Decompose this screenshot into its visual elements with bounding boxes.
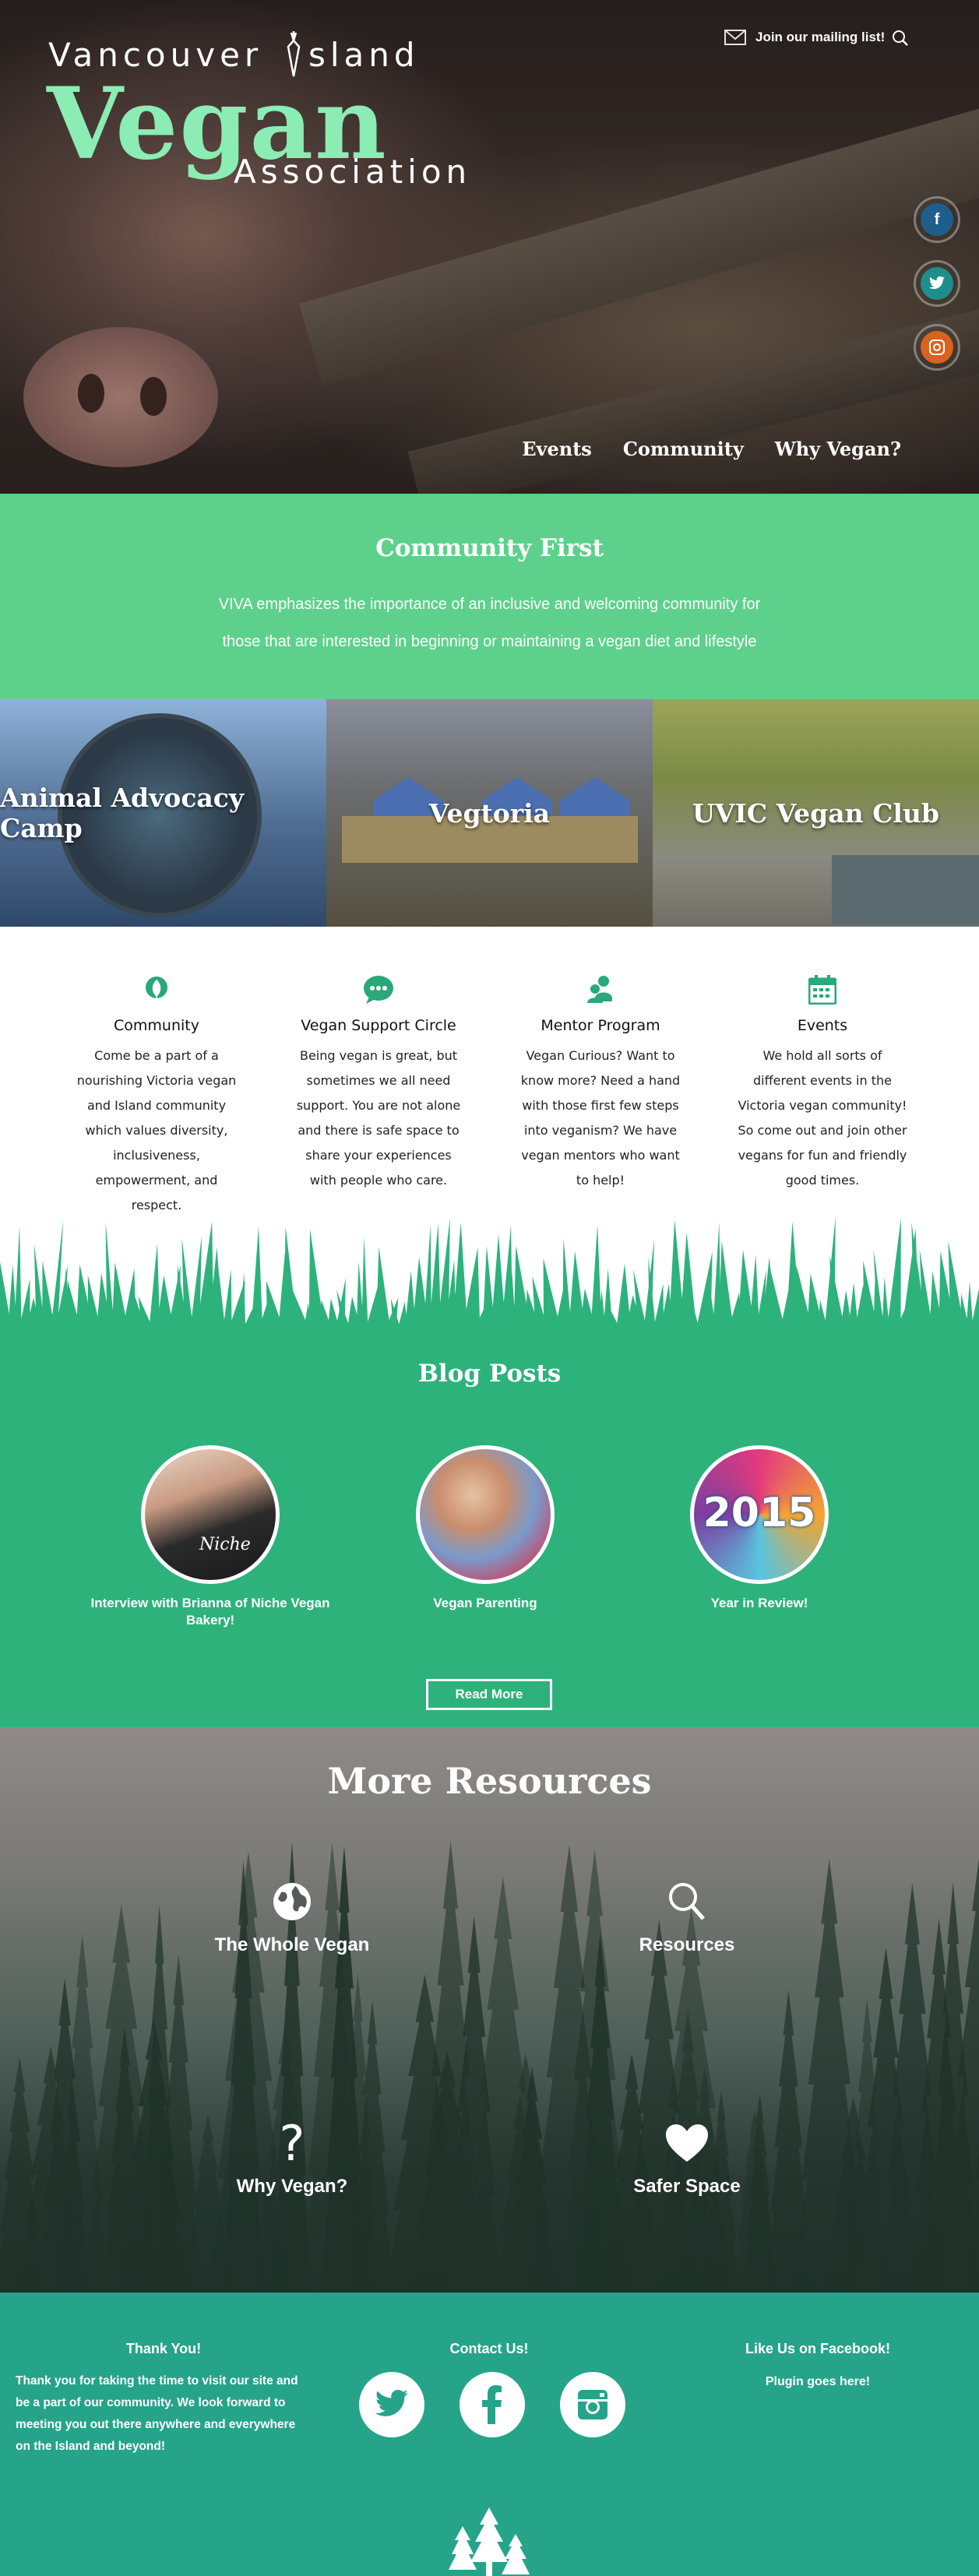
blog-title: Blog Posts	[417, 1360, 562, 1388]
chat-bubble-icon	[364, 976, 393, 1004]
features-section: Community Come be a part of a nourishing…	[0, 927, 979, 1215]
blog-post-thumbnail: Niche	[141, 1445, 280, 1584]
instagram-icon	[578, 2390, 607, 2419]
mailing-list-link[interactable]: Join our mailing list!	[724, 30, 885, 45]
feature-title: Events	[797, 1017, 848, 1034]
logo-line-association: Association	[234, 153, 472, 191]
twitter-icon	[921, 267, 953, 300]
twitter-float-button[interactable]	[914, 260, 960, 307]
resources-title: More Resources	[327, 1760, 652, 1802]
resource-label: The Whole Vegan	[214, 1934, 370, 1955]
program-tiles: Animal Advocacy Camp Vegtoria UVIC Vegan…	[0, 699, 979, 927]
question-mark-icon: ?	[279, 2114, 305, 2172]
feature-text: Come be a part of a nourishing Victoria …	[76, 1048, 237, 1212]
twitter-icon	[375, 2390, 408, 2416]
people-icon	[587, 976, 612, 1003]
footer-facebook-button[interactable]	[460, 2372, 525, 2437]
blog-post-title: Year in Review!	[710, 1596, 808, 1610]
tile-uvic-vegan-club[interactable]: UVIC Vegan Club	[653, 699, 979, 927]
feature-events: Events We hold all sorts of different ev…	[712, 970, 934, 1215]
resource-resources[interactable]: Resources	[570, 1878, 804, 1956]
search-icon[interactable]	[892, 30, 909, 47]
trees-logo-icon	[449, 2507, 530, 2576]
feature-title: Community	[114, 1017, 199, 1034]
envelope-icon	[724, 30, 746, 45]
blog-post[interactable]: 2015 Year in Review!	[631, 1445, 888, 1612]
community-first-title: Community First	[375, 534, 604, 562]
site-footer: Thank You! Thank you for taking the time…	[0, 2293, 979, 2576]
facebook-icon: f	[921, 203, 953, 236]
feature-title: Vegan Support Circle	[301, 1017, 456, 1034]
blog-post-thumbnail	[416, 1445, 555, 1584]
resource-label: Safer Space	[633, 2176, 741, 2197]
blog-post-title: Interview with Brianna of Niche Vegan Ba…	[90, 1596, 330, 1628]
resource-why-vegan[interactable]: ? Why Vegan?	[175, 2115, 409, 2198]
globe-icon	[273, 1883, 311, 1920]
feature-text: Vegan Curious? Want to know more? Need a…	[520, 1048, 681, 1188]
heart-icon	[666, 2124, 708, 2162]
hero-banner: Vancouver sland Vegan Association Join o…	[0, 0, 979, 494]
community-first-section: Community First VIVA emphasizes the impo…	[0, 494, 979, 699]
instagram-float-button[interactable]	[914, 324, 960, 371]
blog-post-title: Vegan Parenting	[433, 1596, 537, 1610]
feature-text: We hold all sorts of different events in…	[738, 1048, 907, 1188]
grass-divider	[0, 1216, 979, 1336]
footer-facebook-title: Like Us on Facebook!	[745, 2341, 891, 2356]
niche-logo-text: Niche	[199, 1535, 251, 1554]
resource-safer-space[interactable]: Safer Space	[570, 2120, 804, 2198]
facebook-plugin-placeholder: Plugin goes here!	[765, 2375, 871, 2388]
main-navigation: Events Community Why Vegan?	[522, 438, 901, 460]
feature-mentor-program: Mentor Program Vegan Curious? Want to kn…	[490, 970, 712, 1215]
tile-label: UVIC Vegan Club	[692, 797, 939, 829]
tile-animal-advocacy-camp[interactable]: Animal Advocacy Camp	[0, 699, 326, 927]
resource-label: Resources	[639, 1934, 735, 1955]
leaf-icon	[146, 977, 167, 1002]
feature-support-circle: Vegan Support Circle Being vegan is grea…	[268, 970, 490, 1215]
feature-text: Being vegan is great, but sometimes we a…	[296, 1048, 461, 1188]
feature-title: Mentor Program	[541, 1017, 660, 1034]
mailing-list-label: Join our mailing list!	[755, 30, 886, 44]
feature-community: Community Come be a part of a nourishing…	[46, 970, 268, 1215]
tile-label: Vegtoria	[428, 797, 551, 829]
nav-events[interactable]: Events	[522, 438, 592, 460]
footer-thanks-text: Thank you for taking the time to visit o…	[16, 2374, 298, 2453]
instagram-icon	[921, 331, 953, 364]
facebook-float-button[interactable]: f	[914, 196, 960, 243]
blog-post-thumbnail: 2015	[690, 1445, 829, 1584]
footer-thanks-title: Thank You!	[125, 2341, 202, 2356]
community-first-text: VIVA emphasizes the importance of an inc…	[218, 596, 761, 650]
nav-community[interactable]: Community	[623, 438, 744, 460]
footer-instagram-button[interactable]	[560, 2372, 625, 2437]
nav-why-vegan[interactable]: Why Vegan?	[775, 438, 901, 460]
tile-label: Animal Advocacy Camp	[0, 783, 245, 843]
read-more-button[interactable]: Read More	[426, 1679, 552, 1710]
search-icon	[669, 1883, 705, 1920]
resource-label: Why Vegan?	[236, 2176, 348, 2197]
facebook-icon	[482, 2385, 502, 2424]
tile-vegtoria[interactable]: Vegtoria	[326, 699, 653, 927]
year-2015-text: 2015	[703, 1490, 816, 1536]
resource-whole-vegan[interactable]: The Whole Vegan	[175, 1878, 409, 1956]
footer-contact-title: Contact Us!	[449, 2341, 529, 2356]
blog-post[interactable]: Niche Interview with Brianna of Niche Ve…	[82, 1445, 339, 1629]
blog-post[interactable]: Vegan Parenting	[357, 1445, 614, 1612]
footer-twitter-button[interactable]	[359, 2372, 424, 2437]
blog-section: Blog Posts Niche Interview with Brianna …	[0, 1324, 979, 1727]
calendar-icon	[808, 975, 836, 1005]
resources-section: More Resources The Whole Vegan Resources…	[0, 1727, 979, 2293]
